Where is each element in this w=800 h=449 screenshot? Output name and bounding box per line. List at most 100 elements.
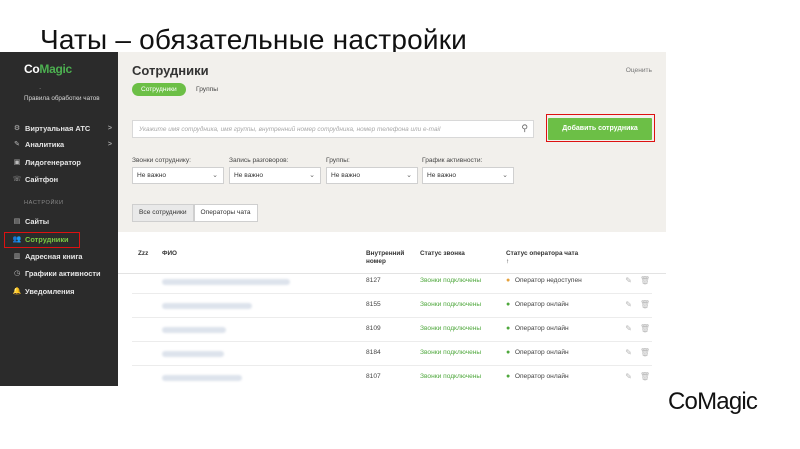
sidebar-item-activity-schedules[interactable]: ◷ Графики активности <box>12 266 112 280</box>
call-status: Звонки подключены <box>420 325 482 332</box>
column-extension[interactable]: Внутренний номер <box>366 250 416 266</box>
table-row[interactable]: 8155 Звонки подключены ● Оператор онлайн… <box>132 294 652 318</box>
app-screenshot: CoMagic . Правила обработки чатов ⚙ Вирт… <box>0 52 666 386</box>
employee-name-redacted <box>162 303 252 309</box>
column-call-status[interactable]: Статус звонка <box>420 250 465 258</box>
sites-icon: ▤ <box>13 218 21 225</box>
chevron-right-icon: > <box>107 124 112 132</box>
table-row[interactable]: 8107 Звонки подключены ● Оператор онлайн… <box>132 366 652 386</box>
sidebar-item-virtual-pbx[interactable]: ⚙ Виртуальная АТС > <box>12 121 112 135</box>
chevron-down-icon: ⌄ <box>212 172 218 179</box>
chevron-down-icon: ⌄ <box>309 172 315 179</box>
operator-status: ● Оператор онлайн <box>506 373 569 380</box>
column-operator-status[interactable]: Статус оператора чата ↑ <box>506 250 578 266</box>
add-employee-button[interactable]: Добавить сотрудника <box>548 118 652 140</box>
logo-part-co: Co <box>24 62 40 76</box>
employee-name-redacted <box>162 375 242 381</box>
phone-icon: ☏ <box>12 176 22 183</box>
person-icon: ● <box>506 277 511 284</box>
chevron-right-icon: > <box>107 140 112 148</box>
main-content: Сотрудники Оценить Сотрудники Группы ⚲ Д… <box>118 52 666 386</box>
column-zzz[interactable]: Zzz <box>138 250 148 258</box>
edit-icon[interactable]: ✎ <box>625 300 636 309</box>
gear-icon: ⚙ <box>13 125 21 132</box>
sidebar: CoMagic . Правила обработки чатов ⚙ Вирт… <box>0 52 118 386</box>
sidebar-item-label: Сайты <box>25 216 50 226</box>
view-tabs: Все сотрудники Операторы чата <box>132 204 258 222</box>
sidebar-item-chat-rules[interactable]: Правила обработки чатов <box>24 95 104 103</box>
operator-status-label: Оператор онлайн <box>514 325 569 332</box>
table-row[interactable]: 8109 Звонки подключены ● Оператор онлайн… <box>132 318 652 342</box>
operator-status: ● Оператор недоступен <box>506 277 582 284</box>
operator-status: ● Оператор онлайн <box>506 349 569 356</box>
sidebar-item-label: Виртуальная АТС <box>25 123 91 133</box>
filter-select-recording[interactable]: Не важно ⌄ <box>229 167 321 184</box>
person-icon: ● <box>506 325 511 332</box>
leadgen-icon: ▣ <box>13 159 21 166</box>
logo-part-magic: Magic <box>39 62 72 76</box>
person-icon: ● <box>506 349 511 356</box>
sort-arrow-icon: ↑ <box>506 258 510 265</box>
filter-label-groups: Группы: <box>326 157 350 164</box>
address-book-icon: ▥ <box>13 253 21 260</box>
trash-icon[interactable]: 🗑 <box>640 276 650 285</box>
trash-icon[interactable]: 🗑 <box>640 300 650 309</box>
filter-select-value: Не важно <box>137 172 167 179</box>
corner-logo: CoMagic <box>668 388 758 415</box>
sidebar-item-analytics[interactable]: ✎ Аналитика > <box>12 137 112 151</box>
chevron-down-icon: ⌄ <box>406 172 412 179</box>
sidebar-item-address-book[interactable]: ▥ Адресная книга <box>12 249 112 263</box>
sidebar-section-settings: НАСТРОЙКИ <box>24 200 64 206</box>
employee-name-redacted <box>162 279 290 285</box>
tab-chat-operators[interactable]: Операторы чата <box>193 204 258 222</box>
sidebar-item-sites[interactable]: ▤ Сайты <box>12 214 112 228</box>
chevron-down-icon: ⌄ <box>502 172 508 179</box>
operator-status-label: Оператор онлайн <box>514 373 569 380</box>
employee-extension: 8107 <box>366 373 381 380</box>
edit-icon[interactable]: ✎ <box>625 372 636 381</box>
search-icon[interactable]: ⚲ <box>521 123 528 134</box>
employee-extension: 8184 <box>366 349 381 356</box>
employee-extension: 8127 <box>366 277 381 284</box>
operator-status: ● Оператор онлайн <box>506 301 569 308</box>
filter-select-value: Не важно <box>331 172 361 179</box>
tab-groups[interactable]: Группы <box>196 83 218 96</box>
employee-name-redacted <box>162 351 224 357</box>
edit-icon[interactable]: ✎ <box>625 324 636 333</box>
search-input[interactable] <box>139 123 509 135</box>
sidebar-item-label: Лидогенератор <box>25 157 81 167</box>
trash-icon[interactable]: 🗑 <box>640 324 650 333</box>
sidebar-item-label: Сайтфон <box>25 174 59 184</box>
sidebar-item-notifications[interactable]: 🔔 Уведомления <box>12 284 112 298</box>
tab-all-employees[interactable]: Все сотрудники <box>132 204 194 222</box>
trash-icon[interactable]: 🗑 <box>640 372 650 381</box>
edit-icon[interactable]: ✎ <box>625 348 636 357</box>
table-row[interactable]: 8184 Звонки подключены ● Оператор онлайн… <box>132 342 652 366</box>
operator-status-label: Оператор онлайн <box>514 349 569 356</box>
person-icon: ● <box>506 301 511 308</box>
analytics-icon: ✎ <box>14 141 20 148</box>
filter-select-calls[interactable]: Не важно ⌄ <box>132 167 224 184</box>
app-logo[interactable]: CoMagic <box>24 62 72 76</box>
trash-icon[interactable]: 🗑 <box>640 348 650 357</box>
employee-extension: 8155 <box>366 301 381 308</box>
call-status: Звонки подключены <box>420 277 482 284</box>
employee-extension: 8109 <box>366 325 381 332</box>
edit-icon[interactable]: ✎ <box>625 276 636 285</box>
filter-select-schedule[interactable]: Не важно ⌄ <box>422 167 514 184</box>
column-operator-status-label: Статус оператора чата <box>506 250 579 257</box>
page-title: Сотрудники <box>132 63 209 78</box>
sidebar-item-leadgen[interactable]: ▣ Лидогенератор <box>12 155 112 169</box>
tab-employees[interactable]: Сотрудники <box>132 83 186 96</box>
column-name[interactable]: ФИО <box>162 250 177 258</box>
table-row[interactable]: 8127 Звонки подключены ● Оператор недост… <box>132 270 652 294</box>
rate-link[interactable]: Оценить <box>626 67 652 74</box>
sidebar-item-sitephone[interactable]: ☏ Сайтфон <box>12 172 112 186</box>
sidebar-item-label: Аналитика <box>25 139 65 149</box>
operator-status: ● Оператор онлайн <box>506 325 569 332</box>
filter-select-groups[interactable]: Не важно ⌄ <box>326 167 418 184</box>
filter-select-value: Не важно <box>234 172 264 179</box>
employee-name-redacted <box>162 327 226 333</box>
filter-label-schedule: График активности: <box>422 157 483 164</box>
sidebar-dot: . <box>39 82 42 91</box>
